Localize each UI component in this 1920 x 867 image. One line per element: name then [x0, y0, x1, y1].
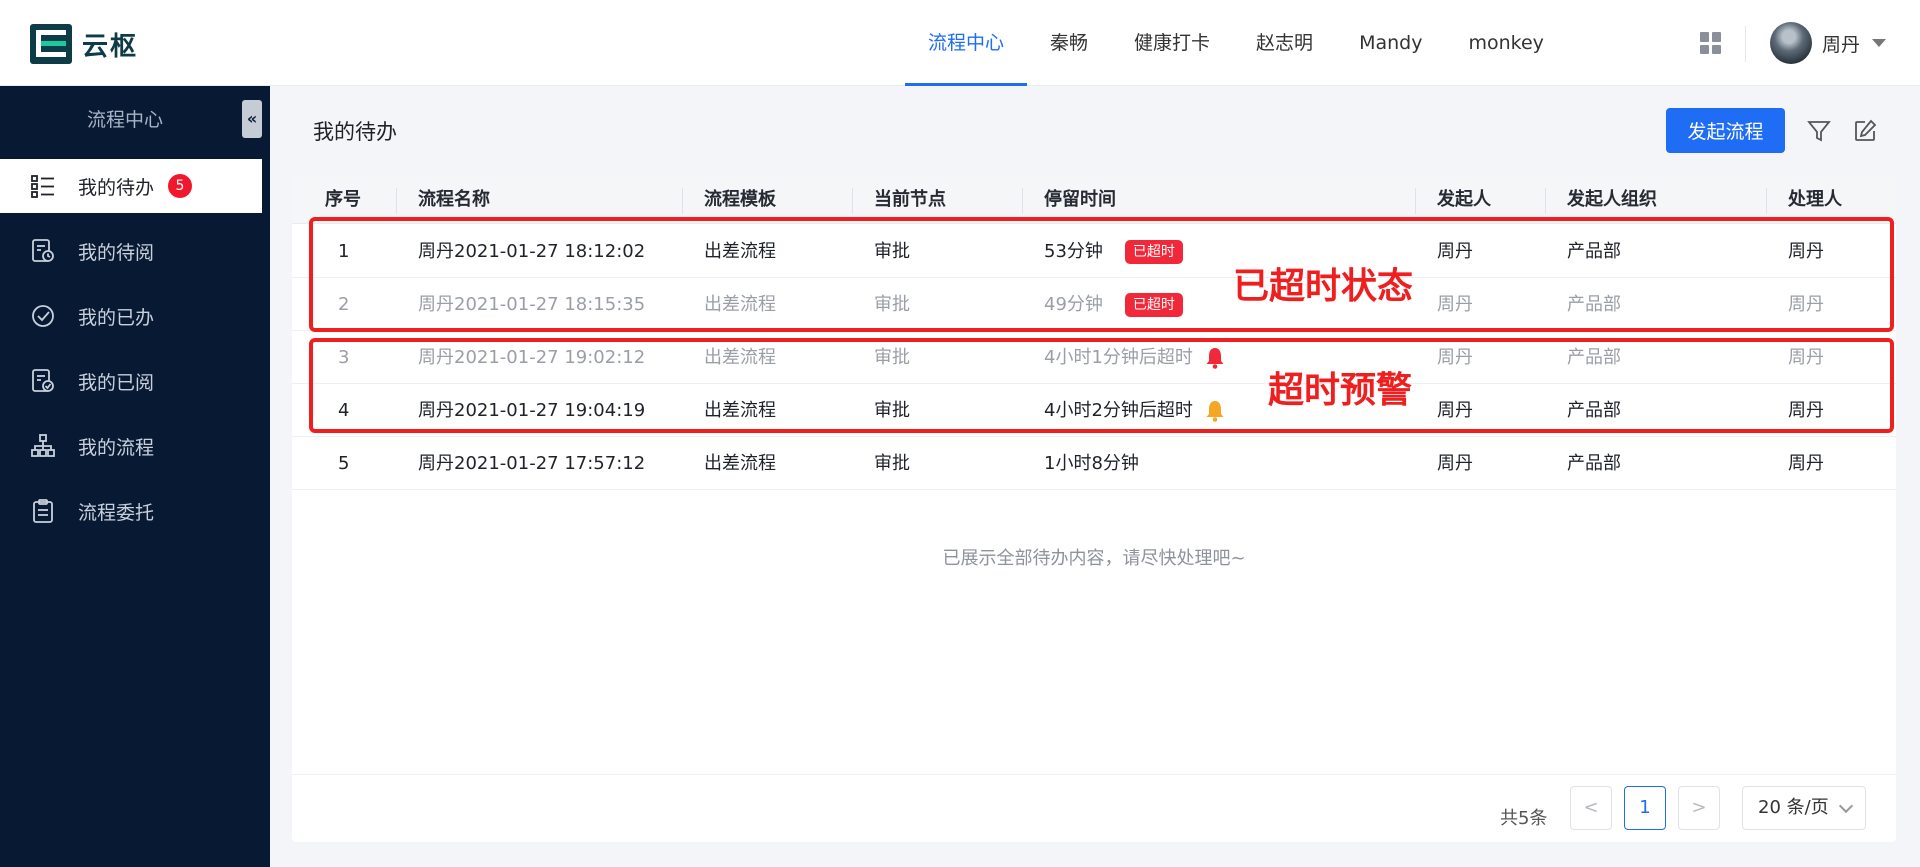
column-divider — [1415, 188, 1416, 214]
filter-icon[interactable] — [1806, 118, 1832, 144]
pagination-total: 共5条 — [1500, 808, 1548, 829]
sidebar-item-my-to-read[interactable]: 我的待阅 — [0, 224, 262, 278]
sidebar-item-process-delegation[interactable]: 流程委托 — [0, 484, 262, 538]
page-size-value: 20 条/页 — [1758, 797, 1829, 818]
chevron-down-icon — [1838, 798, 1854, 814]
nav-item-health-checkin[interactable]: 健康打卡 — [1111, 0, 1233, 86]
doc-check-icon — [32, 369, 54, 392]
nav-item-zhaozhiming[interactable]: 赵志明 — [1233, 0, 1336, 86]
top-bar: 云枢 流程中心 秦畅 健康打卡 赵志明 Mandy monkey 周丹 — [0, 0, 1920, 86]
caret-down-icon[interactable] — [1872, 39, 1887, 47]
todo-count-badge: 5 — [168, 174, 193, 198]
clock-check-icon — [32, 305, 54, 327]
edit-icon[interactable] — [1852, 118, 1878, 144]
end-of-list-note: 已展示全部待办内容，请尽快处理吧~ — [942, 548, 1246, 569]
duration-text: 1小时8分钟 — [1044, 453, 1139, 474]
column-divider — [852, 188, 853, 214]
app-logo[interactable]: 云枢 — [30, 24, 138, 64]
grid-icon[interactable] — [1700, 32, 1722, 54]
page-1-button[interactable]: 1 — [1624, 786, 1666, 830]
sidebar-item-label: 我的已阅 — [78, 371, 155, 394]
header-divider — [1745, 26, 1746, 62]
row-template: 出差流程 — [704, 453, 776, 474]
clipboard-icon — [33, 499, 53, 523]
row-initiator: 周丹 — [1437, 453, 1473, 474]
sidebar-item-my-read[interactable]: 我的已阅 — [0, 354, 262, 408]
sidebar-menu: 我的待办 5 我的待阅 我的已办 我的已阅 我的流程 流程委托 — [0, 159, 270, 549]
row-duration: 1小时8分钟 — [1044, 437, 1139, 490]
overdue-annotation-label: 已超时状态 — [1233, 266, 1414, 307]
prev-page-button[interactable]: < — [1570, 786, 1612, 830]
pagination-divider — [292, 774, 1896, 775]
sidebar-item-label: 流程委托 — [78, 501, 155, 524]
next-page-button[interactable]: > — [1678, 786, 1720, 830]
sidebar-item-label: 我的流程 — [78, 436, 155, 459]
sidebar-item-my-done[interactable]: 我的已办 — [0, 289, 262, 343]
column-divider — [682, 188, 683, 214]
column-divider — [396, 188, 397, 214]
nav-item-mandy[interactable]: Mandy — [1336, 0, 1445, 86]
page-title: 我的待办 — [313, 120, 397, 144]
sidebar-item-label: 我的待阅 — [78, 241, 155, 264]
sidebar-title: 流程中心 — [86, 109, 163, 131]
row-node: 审批 — [874, 453, 910, 474]
row-org: 产品部 — [1567, 453, 1621, 474]
collapse-sidebar-button[interactable]: « — [242, 100, 262, 138]
sidebar-item-label: 我的待办 — [78, 176, 155, 199]
sidebar-item-my-process[interactable]: 我的流程 — [0, 419, 262, 473]
column-divider — [1022, 188, 1023, 214]
warning-annotation-label: 超时预警 — [1268, 370, 1413, 411]
app-name: 云枢 — [82, 31, 139, 62]
overdue-highlight-box — [309, 217, 1894, 332]
sidebar-item-my-todo[interactable]: 我的待办 5 — [0, 159, 262, 213]
page-size-select[interactable]: 20 条/页 — [1742, 786, 1866, 830]
app-logo-icon — [30, 24, 72, 64]
warning-highlight-box — [309, 338, 1894, 433]
row-process-name[interactable]: 周丹2021-01-27 17:57:12 — [418, 437, 645, 490]
table-row[interactable]: 5 周丹2021-01-27 17:57:12 出差流程 审批 1小时8分钟 周… — [292, 437, 1896, 490]
row-index: 5 — [338, 453, 350, 474]
sidebar: 流程中心 « 我的待办 5 我的待阅 我的已办 我的已阅 我的流程 流程委托 — [0, 86, 270, 867]
sidebar-item-label: 我的已办 — [78, 306, 155, 329]
avatar[interactable] — [1770, 22, 1812, 64]
doc-clock-icon — [32, 239, 54, 262]
org-tree-icon — [31, 434, 55, 457]
nav-item-process-center[interactable]: 流程中心 — [905, 0, 1028, 86]
column-divider — [1545, 188, 1546, 214]
user-menu[interactable]: 周丹 — [1770, 22, 1887, 64]
column-divider — [1766, 188, 1767, 214]
top-nav: 流程中心 秦畅 健康打卡 赵志明 Mandy monkey — [905, 0, 1567, 86]
user-name: 周丹 — [1822, 33, 1861, 56]
nav-item-monkey[interactable]: monkey — [1445, 0, 1566, 86]
start-process-button[interactable]: 发起流程 — [1666, 108, 1785, 153]
nav-item-qinchang[interactable]: 秦畅 — [1027, 0, 1111, 86]
list-check-icon — [31, 175, 54, 198]
row-handler: 周丹 — [1788, 453, 1824, 474]
